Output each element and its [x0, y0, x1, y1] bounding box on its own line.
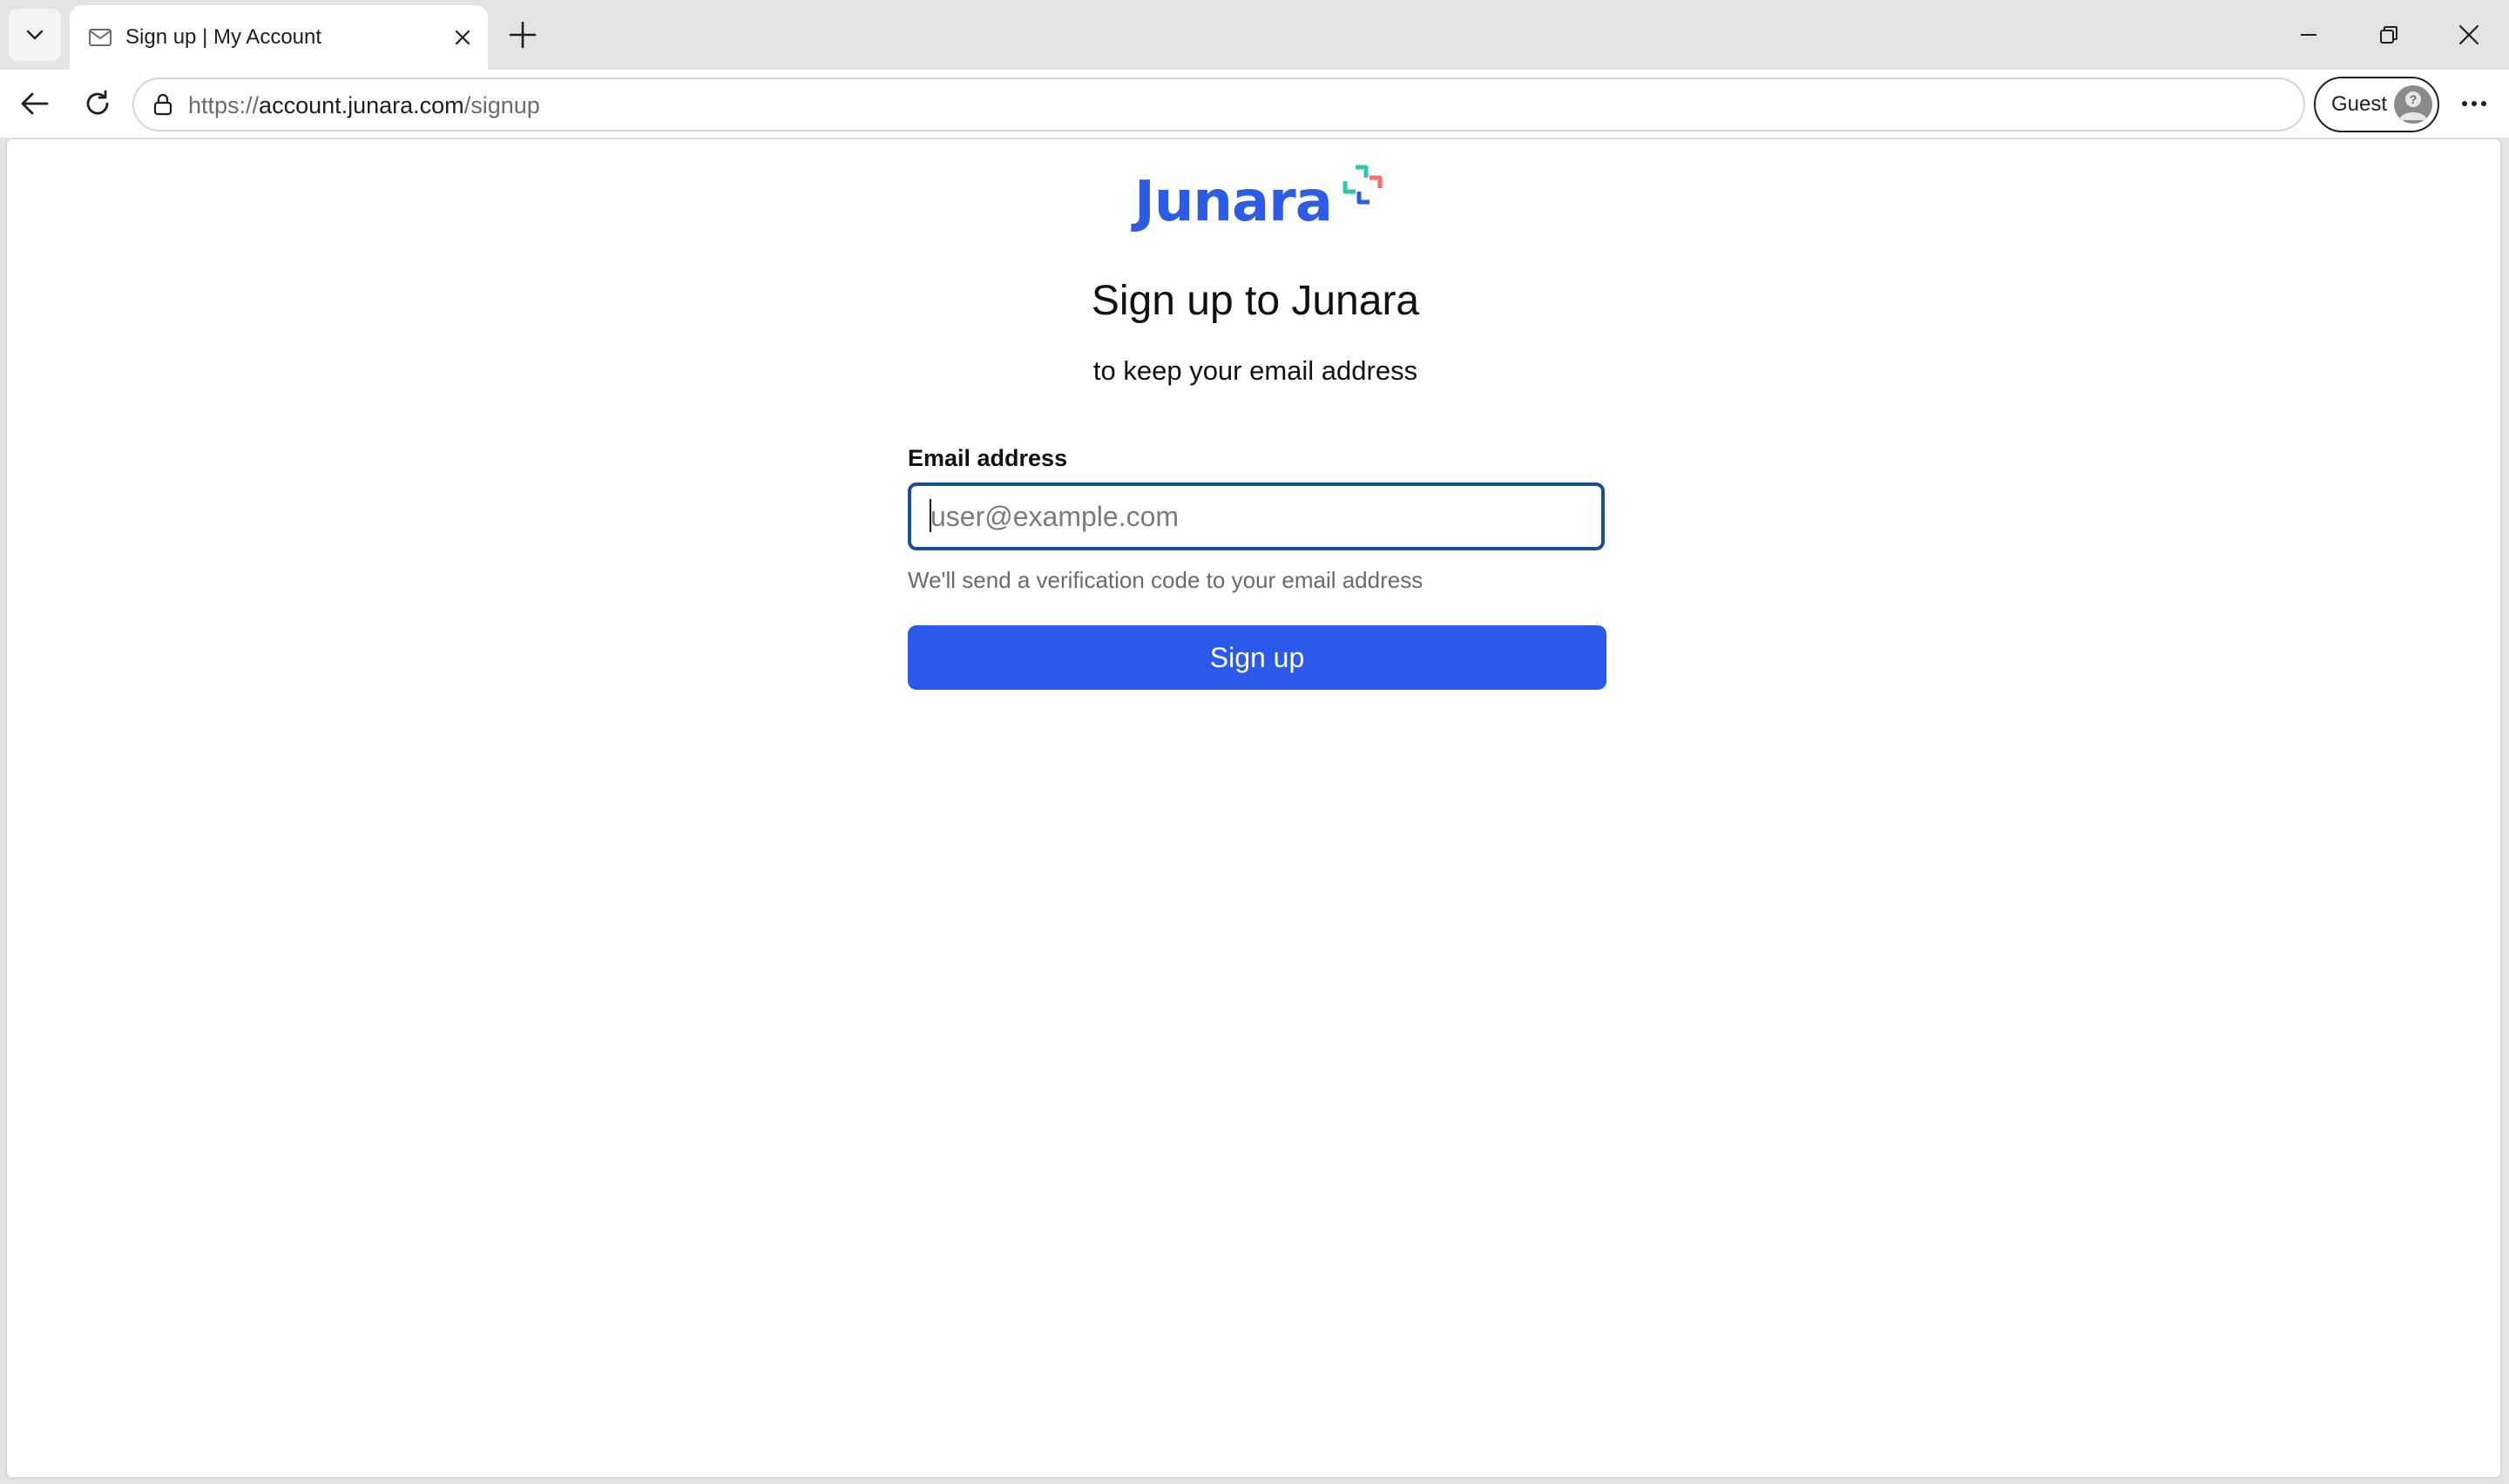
tab-strip: Sign up | My Account: [0, 0, 2509, 70]
text-caret: [930, 499, 931, 532]
cross-logo-icon: [1342, 165, 1383, 205]
junara-logo: Junara: [1134, 162, 1396, 240]
page-viewport: Junara Sign up to Junara to keep your em…: [5, 138, 2502, 1479]
guest-avatar-icon: ?: [2394, 85, 2432, 124]
sign-up-button[interactable]: Sign up: [908, 625, 1606, 690]
email-label: Email address: [908, 445, 1068, 471]
email-field[interactable]: [908, 482, 1605, 550]
new-tab-button[interactable]: [504, 16, 542, 54]
email-helper-text: We'll send a verification code to your e…: [908, 567, 1424, 593]
profile-button[interactable]: Guest ?: [2314, 77, 2439, 132]
browser-toolbar: https://account.junara.com/signup Guest …: [0, 70, 2509, 138]
reload-button[interactable]: [73, 79, 122, 128]
url-scheme: https://: [188, 92, 260, 118]
chevron-down-icon: [26, 30, 44, 40]
close-tab-icon[interactable]: [446, 21, 479, 54]
lock-icon[interactable]: [150, 91, 176, 118]
tab-list-button[interactable]: [9, 9, 61, 61]
arrow-left-icon: [21, 92, 49, 115]
more-options-button[interactable]: [2450, 79, 2499, 128]
minimize-button[interactable]: [2274, 9, 2343, 61]
minimize-icon: [2301, 34, 2316, 36]
profile-label: Guest: [2331, 92, 2388, 116]
active-tab[interactable]: Sign up | My Account: [70, 5, 488, 70]
close-window-button[interactable]: [2434, 9, 2504, 61]
page-subtitle: to keep your email address: [1092, 355, 1418, 386]
svg-text:?: ?: [2410, 92, 2418, 106]
mail-icon: [87, 24, 113, 51]
tab-title: Sign up | My Account: [125, 25, 322, 49]
url-text: https://account.junara.com/signup: [188, 92, 540, 118]
close-icon: [2458, 24, 2479, 45]
more-horizontal-icon: [2462, 101, 2486, 106]
restore-icon: [2380, 26, 2397, 44]
page-title: Sign up to Junara: [1091, 278, 1420, 324]
logo-wordmark: Junara: [1134, 170, 1333, 234]
url-path: /signup: [463, 92, 540, 118]
url-host: account.junara.com: [259, 92, 464, 118]
plus-icon: [509, 21, 537, 49]
refresh-icon: [86, 90, 109, 115]
back-button[interactable]: [10, 79, 59, 128]
address-bar[interactable]: https://account.junara.com/signup: [132, 78, 2305, 132]
restore-button[interactable]: [2354, 9, 2424, 61]
